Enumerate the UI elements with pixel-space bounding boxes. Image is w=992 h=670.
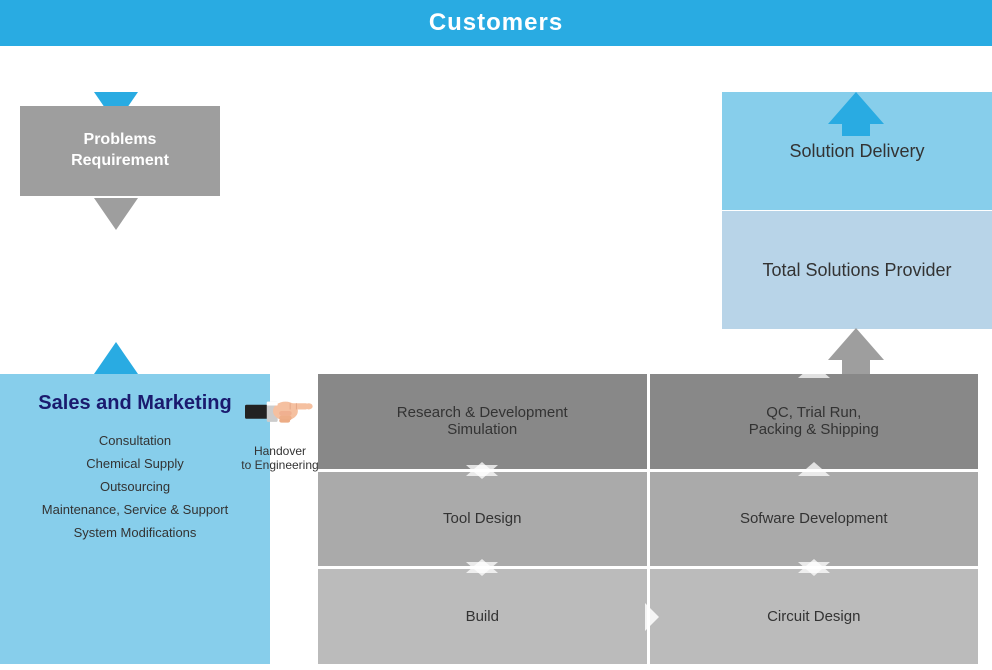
build-label: Build xyxy=(466,608,499,625)
solution-delivery-label: Solution Delivery xyxy=(789,141,924,162)
big-gray-arrow-shaft xyxy=(842,360,870,374)
circuit-design-cell: Circuit Design xyxy=(650,569,979,664)
total-solutions-box: Total Solutions Provider xyxy=(722,211,992,329)
arrow-down-gray xyxy=(94,198,138,230)
tool-design-cell: Tool Design xyxy=(318,472,647,567)
qc-trial-cell: QC, Trial Run,Packing & Shipping xyxy=(650,374,979,469)
sales-item-chemical: Chemical Supply xyxy=(86,456,184,471)
sales-item-consultation: Consultation xyxy=(99,433,171,448)
circuit-up-arrow xyxy=(798,559,830,573)
engineering-grid: Research & DevelopmentSimulation QC, Tri… xyxy=(318,374,978,664)
customers-title: Customers xyxy=(429,9,563,37)
sales-title: Sales and Marketing xyxy=(38,392,231,415)
sales-item-outsourcing: Outsourcing xyxy=(100,479,170,494)
big-gray-arrow-head xyxy=(828,328,884,360)
problems-title: ProblemsRequirement xyxy=(71,130,169,172)
build-up-arrow xyxy=(466,559,498,573)
qc-label: QC, Trial Run,Packing & Shipping xyxy=(749,404,879,438)
arrow-up-blue-left xyxy=(94,342,138,374)
sales-marketing-box: Sales and Marketing Consultation Chemica… xyxy=(0,374,270,664)
sales-item-system: System Modifications xyxy=(74,525,197,540)
problems-requirement-box: ProblemsRequirement xyxy=(20,106,220,196)
big-gray-up-arrow-right xyxy=(828,328,884,374)
software-dev-cell: Sofware Development xyxy=(650,472,979,567)
rd-label: Research & DevelopmentSimulation xyxy=(397,404,568,438)
handover-area: Handoverto Engineering xyxy=(235,386,325,472)
big-blue-arrow-head xyxy=(828,92,884,124)
sales-item-maintenance: Maintenance, Service & Support xyxy=(42,502,228,517)
customers-bar: Customers xyxy=(0,0,992,46)
hand-pointing-icon xyxy=(245,386,315,436)
software-label: Sofware Development xyxy=(740,510,888,527)
main-content: ProblemsRequirement Sales and Marketing … xyxy=(0,46,992,670)
tool-up-arrow xyxy=(466,462,498,476)
total-solutions-label: Total Solutions Provider xyxy=(762,260,951,281)
build-cell: Build xyxy=(318,569,647,664)
build-right-arrow xyxy=(645,603,659,631)
handover-label: Handoverto Engineering xyxy=(241,444,318,472)
big-blue-arrow-shaft xyxy=(842,124,870,136)
big-blue-up-arrow xyxy=(828,92,884,136)
rd-simulation-cell: Research & DevelopmentSimulation xyxy=(318,374,647,469)
software-up-arrow xyxy=(798,462,830,476)
qc-up-arrow xyxy=(798,364,830,378)
tool-design-label: Tool Design xyxy=(443,510,521,527)
circuit-label: Circuit Design xyxy=(767,608,860,625)
